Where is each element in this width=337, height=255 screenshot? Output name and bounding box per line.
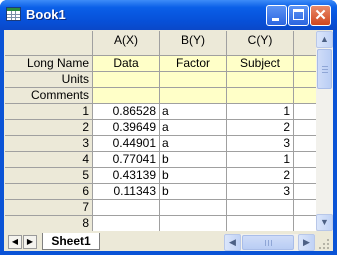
column-header-b[interactable]: B(Y) (160, 31, 227, 56)
chevron-up-icon: ▲ (320, 34, 329, 44)
row-header[interactable]: 7 (5, 200, 93, 216)
column-header-empty[interactable] (294, 31, 316, 56)
sheet-tab-bar: ◀ ▶ Sheet1 ◀ ▶ (4, 232, 333, 251)
long-name-cell-a[interactable]: Data (93, 56, 160, 72)
data-cell-b[interactable] (160, 200, 227, 216)
data-cell-b[interactable]: a (160, 136, 227, 152)
vertical-scrollbar[interactable]: ▲ ▼ (316, 31, 333, 231)
scroll-right-button[interactable]: ▶ (298, 234, 315, 251)
comments-cell-b[interactable] (160, 88, 227, 104)
row-header[interactable]: 2 (5, 120, 93, 136)
comments-cell-c[interactable] (227, 88, 294, 104)
data-cell-a[interactable]: 0.44901 (93, 136, 160, 152)
data-cell-a[interactable]: 0.39649 (93, 120, 160, 136)
sheet-tab-sheet1[interactable]: Sheet1 (42, 233, 100, 250)
window-title: Book1 (26, 7, 66, 22)
data-cell-empty[interactable] (294, 184, 316, 200)
data-cell-b[interactable]: b (160, 168, 227, 184)
worksheet-grid: A(X) B(Y) C(Y) Long Name Data Factor Sub… (5, 31, 316, 231)
data-cell-c[interactable]: 1 (227, 152, 294, 168)
row-header-comments[interactable]: Comments (5, 88, 93, 104)
row-header[interactable]: 6 (5, 184, 93, 200)
scroll-left-button[interactable]: ◀ (224, 234, 241, 251)
vertical-scroll-thumb[interactable] (317, 49, 332, 89)
data-cell-empty[interactable] (294, 216, 316, 231)
data-cell-b[interactable]: b (160, 184, 227, 200)
data-cell-empty[interactable] (294, 120, 316, 136)
data-cell-c[interactable] (227, 216, 294, 231)
comments-cell-empty[interactable] (294, 88, 316, 104)
chevron-right-icon: ▶ (303, 237, 310, 247)
minimize-button[interactable] (266, 5, 287, 26)
data-cell-empty[interactable] (294, 136, 316, 152)
resize-grip-icon[interactable] (317, 237, 331, 251)
horizontal-scrollbar[interactable]: ◀ ▶ (224, 234, 315, 251)
row-header-units[interactable]: Units (5, 72, 93, 88)
data-cell-a[interactable]: 0.43139 (93, 168, 160, 184)
data-cell-empty[interactable] (294, 168, 316, 184)
data-cell-empty[interactable] (294, 104, 316, 120)
units-cell-b[interactable] (160, 72, 227, 88)
data-cell-c[interactable]: 2 (227, 168, 294, 184)
worksheet-area: A(X) B(Y) C(Y) Long Name Data Factor Sub… (4, 30, 333, 251)
long-name-cell-c[interactable]: Subject (227, 56, 294, 72)
data-cell-a[interactable] (93, 200, 160, 216)
data-cell-c[interactable]: 3 (227, 136, 294, 152)
scroll-up-button[interactable]: ▲ (316, 31, 333, 48)
chevron-down-icon: ▼ (320, 217, 329, 227)
horizontal-scroll-thumb[interactable] (242, 235, 294, 250)
worksheet-icon[interactable] (6, 7, 21, 21)
units-cell-a[interactable] (93, 72, 160, 88)
data-cell-empty[interactable] (294, 200, 316, 216)
column-header-c[interactable]: C(Y) (227, 31, 294, 56)
chevron-left-icon: ◀ (229, 237, 236, 247)
close-button[interactable]: ✕ (310, 5, 331, 26)
column-header-a[interactable]: A(X) (93, 31, 160, 56)
data-cell-b[interactable]: b (160, 152, 227, 168)
comments-cell-a[interactable] (93, 88, 160, 104)
data-cell-empty[interactable] (294, 152, 316, 168)
long-name-cell-empty[interactable] (294, 56, 316, 72)
row-header[interactable]: 1 (5, 104, 93, 120)
data-cell-a[interactable] (93, 216, 160, 231)
data-cell-c[interactable]: 2 (227, 120, 294, 136)
row-header[interactable]: 4 (5, 152, 93, 168)
data-cell-a[interactable]: 0.11343 (93, 184, 160, 200)
data-cell-b[interactable]: a (160, 120, 227, 136)
units-cell-empty[interactable] (294, 72, 316, 88)
triangle-left-icon: ◀ (11, 237, 19, 246)
data-cell-c[interactable]: 3 (227, 184, 294, 200)
data-cell-a[interactable]: 0.86528 (93, 104, 160, 120)
triangle-right-icon: ▶ (26, 237, 34, 246)
minimize-icon (272, 18, 279, 21)
select-all-corner[interactable] (5, 31, 93, 56)
row-header-long-name[interactable]: Long Name (5, 56, 93, 72)
row-header[interactable]: 8 (5, 216, 93, 231)
next-sheet-button[interactable]: ▶ (23, 235, 37, 249)
maximize-button[interactable] (288, 5, 309, 26)
data-cell-b[interactable]: a (160, 104, 227, 120)
previous-sheet-button[interactable]: ◀ (8, 235, 22, 249)
maximize-icon (293, 9, 304, 20)
row-header[interactable]: 5 (5, 168, 93, 184)
close-icon: ✕ (314, 7, 327, 24)
units-cell-c[interactable] (227, 72, 294, 88)
long-name-cell-b[interactable]: Factor (160, 56, 227, 72)
scroll-down-button[interactable]: ▼ (316, 214, 333, 231)
workbook-window: Book1 ✕ A(X) B(Y) C(Y) Long Name Data Fa… (0, 0, 337, 255)
data-cell-a[interactable]: 0.77041 (93, 152, 160, 168)
row-header[interactable]: 3 (5, 136, 93, 152)
data-cell-b[interactable] (160, 216, 227, 231)
title-bar[interactable]: Book1 ✕ (0, 0, 337, 30)
data-cell-c[interactable] (227, 200, 294, 216)
data-cell-c[interactable]: 1 (227, 104, 294, 120)
